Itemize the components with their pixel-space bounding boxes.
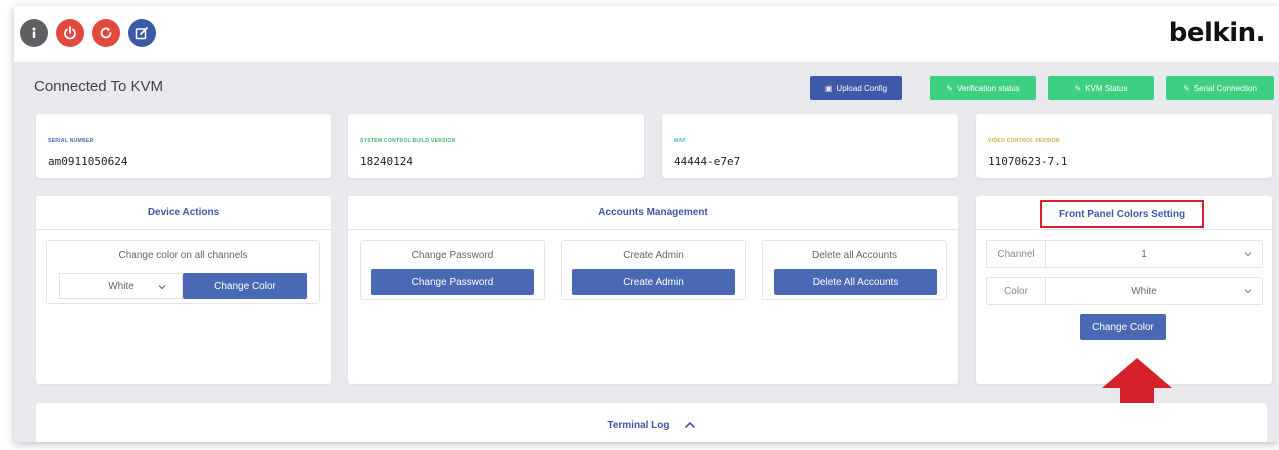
change-all-channels-box: Change color on all channels White Chang…: [46, 240, 320, 304]
device-actions-title: Device Actions: [36, 196, 331, 230]
create-admin-caption: Create Admin: [623, 250, 684, 261]
delete-all-accounts-button[interactable]: Delete All Accounts: [774, 269, 937, 295]
upload-config-label: Upload Config: [836, 83, 888, 93]
chevron-down-icon: [1244, 289, 1252, 294]
accounts-management-title: Accounts Management: [348, 196, 958, 230]
change-password-caption: Change Password: [411, 250, 494, 261]
color-select[interactable]: White: [59, 273, 183, 299]
restart-icon: [100, 27, 112, 39]
video-control-value: 11070623-7.1: [988, 155, 1068, 168]
delete-accounts-caption: Delete all Accounts: [811, 250, 898, 261]
pencil-icon: ✎: [946, 83, 953, 93]
delete-accounts-box: Delete all Accounts Delete All Accounts: [762, 240, 947, 300]
file-icon: ▣: [824, 83, 833, 93]
info-icon: [32, 27, 36, 38]
terminal-log-label: Terminal Log: [607, 419, 670, 431]
change-color-button[interactable]: Change Color: [1080, 314, 1166, 340]
belkin-logo: belkin.: [1168, 18, 1266, 48]
video-control-label: VIDEO CONTROL VERSION: [988, 138, 1060, 144]
change-all-channels-caption: Change color on all channels: [118, 250, 248, 261]
system-control-label: SYSTEM CONTROL BUILD VERSION: [360, 138, 456, 144]
channel-select[interactable]: Channel 1: [986, 240, 1263, 268]
kvm-dashboard: belkin. Connected To KVM ▣ Upload Config…: [14, 6, 1279, 442]
chevron-down-icon: [1244, 252, 1252, 257]
chevron-up-icon: [684, 421, 695, 429]
upload-config-button[interactable]: ▣ Upload Config: [810, 76, 902, 100]
device-actions-panel: Device Actions Change color on all chann…: [36, 196, 331, 384]
video-control-card: VIDEO CONTROL VERSION 11070623-7.1: [976, 114, 1272, 178]
channel-label: Channel: [987, 241, 1046, 267]
front-panel-title-highlight: Front Panel Colors Setting: [1040, 200, 1204, 228]
color-select-value: White: [108, 280, 134, 292]
serial-connection-button[interactable]: ✎ Serial Connection: [1166, 76, 1274, 100]
channel-value: 1: [1141, 248, 1147, 260]
chevron-down-icon: [158, 285, 166, 290]
power-icon: [64, 26, 76, 40]
serial-number-label: SERIAL NUMBER: [48, 138, 94, 144]
map-label: MAP: [674, 138, 687, 144]
verification-status-label: Verification status: [957, 83, 1020, 93]
kvm-status-label: KVM Status: [1085, 83, 1128, 93]
edit-button[interactable]: [128, 19, 156, 47]
kvm-status-button[interactable]: ✎ KVM Status: [1048, 76, 1154, 100]
front-panel-title: Front Panel Colors Setting: [1058, 208, 1186, 220]
verification-status-button[interactable]: ✎ Verification status: [930, 76, 1036, 100]
terminal-log-toggle[interactable]: Terminal Log: [36, 403, 1267, 442]
top-bar: belkin.: [14, 6, 1279, 62]
color-label: Color: [987, 278, 1046, 304]
pencil-icon: ✎: [1183, 83, 1190, 93]
map-value: 44444-e7e7: [674, 155, 741, 168]
system-control-card: SYSTEM CONTROL BUILD VERSION 18240124: [348, 114, 644, 178]
change-color-all-button[interactable]: Change Color: [183, 273, 307, 299]
map-card: MAP 44444-e7e7: [662, 114, 958, 178]
info-button[interactable]: [20, 19, 48, 47]
color-select[interactable]: Color White: [986, 277, 1263, 305]
system-control-value: 18240124: [360, 155, 413, 168]
color-value: White: [1131, 285, 1157, 297]
accounts-management-panel: Accounts Management Change Password Chan…: [348, 196, 958, 384]
page-title: Connected To KVM: [34, 78, 163, 95]
change-password-box: Change Password Change Password: [360, 240, 545, 300]
change-password-button[interactable]: Change Password: [371, 269, 534, 295]
serial-number-value: am0911050624: [48, 155, 128, 168]
edit-icon: [135, 27, 148, 40]
restart-button[interactable]: [92, 19, 120, 47]
serial-number-card: SERIAL NUMBER am0911050624: [36, 114, 331, 178]
power-button[interactable]: [56, 19, 84, 47]
create-admin-button[interactable]: Create Admin: [572, 269, 735, 295]
create-admin-box: Create Admin Create Admin: [561, 240, 746, 300]
pencil-icon: ✎: [1074, 83, 1082, 93]
serial-connection-label: Serial Connection: [1193, 83, 1257, 93]
